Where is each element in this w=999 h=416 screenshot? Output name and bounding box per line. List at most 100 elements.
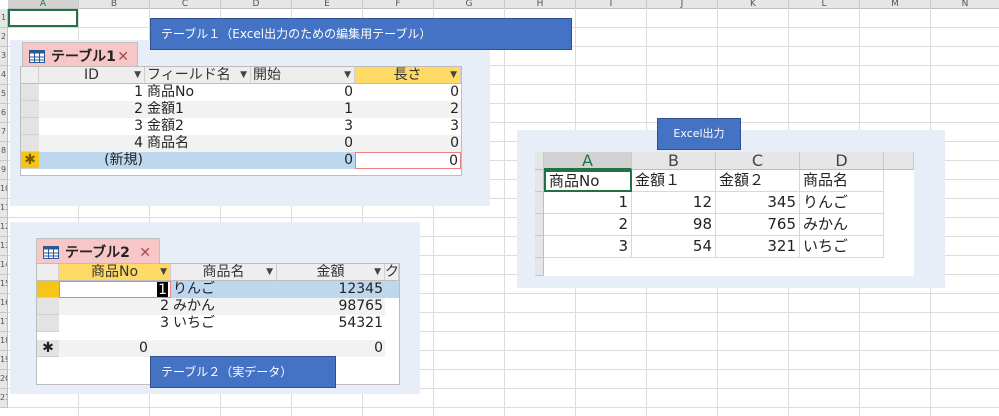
column-header-m[interactable]: M [860,0,931,9]
column-header-f[interactable]: F [363,0,434,9]
table-cell[interactable]: いちご [171,315,277,332]
excel-cell[interactable]: 345 [716,192,800,214]
excel-cell[interactable]: 321 [716,236,800,258]
table-cell[interactable]: 2 [39,101,145,118]
table2-header-productno[interactable]: 商品No ▼ [59,264,171,281]
table-cell[interactable] [385,281,399,298]
table-cell[interactable]: 1 [39,84,145,101]
column-header-i[interactable]: I [576,0,647,9]
row-header[interactable]: 19 [0,351,8,370]
row-selector[interactable] [21,135,39,152]
row-header[interactable]: 14 [0,256,8,275]
table-cell[interactable]: 1 [251,101,355,118]
column-header[interactable] [884,152,914,170]
excel-cell[interactable]: 765 [716,214,800,236]
table-cell[interactable]: 商品名 [145,135,251,152]
table-cell[interactable]: 金額2 [145,118,251,135]
column-header-k[interactable]: K [718,0,789,9]
row-selector[interactable] [21,118,39,135]
table-cell[interactable]: 98765 [277,298,385,315]
table-cell[interactable]: 商品No [145,84,251,101]
table-cell[interactable]: 0 [251,84,355,101]
column-header-g[interactable]: G [434,0,505,9]
dropdown-arrow-icon[interactable]: ▼ [266,264,273,280]
active-cell[interactable] [8,9,78,27]
select-all-corner[interactable] [37,264,59,281]
table-cell[interactable]: 3 [39,118,145,135]
excel-cell[interactable]: 金額２ [716,170,800,192]
excel-cell[interactable]: みかん [800,214,884,236]
excel-cell[interactable]: 1 [544,192,632,214]
table2-header-click-to-add[interactable]: ク [385,264,399,281]
table-cell[interactable]: 0 [355,84,461,101]
row-header[interactable]: 12 [0,218,8,237]
excel-cell[interactable]: りんご [800,192,884,214]
new-record-amount[interactable]: 0 [277,340,385,357]
select-all-corner[interactable] [21,67,39,84]
dropdown-arrow-icon[interactable]: ▼ [160,264,167,280]
row-header[interactable]: 13 [0,237,8,256]
table1-header-id[interactable]: ID ▼ [39,67,145,84]
table1-header-fieldname[interactable]: フィールド名 ▼ [145,67,251,84]
table2-tab[interactable]: テーブル2 ✕ [36,238,160,266]
row-selector[interactable] [37,315,59,332]
dropdown-arrow-icon[interactable]: ▼ [344,67,351,83]
new-record-marker[interactable]: ✱ [37,340,59,357]
new-record-productname[interactable] [171,340,277,357]
current-row-selector[interactable] [37,281,59,298]
row-header[interactable]: 17 [0,313,8,332]
row-header[interactable]: 9 [0,161,8,180]
column-header-c[interactable]: C [150,0,221,9]
table-cell[interactable]: 0 [251,135,355,152]
table2-header-amount[interactable]: 金額 ▼ [277,264,385,281]
row-header[interactable]: 10 [0,180,8,199]
row-header[interactable]: 1 [0,9,8,28]
table-cell[interactable]: 金額1 [145,101,251,118]
excel-cell-a1[interactable]: 商品No [544,170,632,192]
column-header-l[interactable]: L [789,0,860,9]
table-cell[interactable]: 0 [355,135,461,152]
row-header[interactable]: 6 [0,104,8,123]
row-header[interactable]: 18 [0,332,8,351]
row-header[interactable] [535,192,544,214]
table-cell[interactable]: 3 [59,315,171,332]
row-header[interactable]: 5 [0,85,8,104]
excel-cell[interactable]: 12 [632,192,716,214]
table-cell[interactable]: 54321 [277,315,385,332]
row-header[interactable]: 16 [0,294,8,313]
row-header[interactable]: 2 [0,28,8,47]
row-selector[interactable] [21,101,39,118]
column-header-e[interactable]: E [292,0,363,9]
row-header[interactable] [535,236,544,258]
new-record-field[interactable] [145,152,251,169]
excel-cell[interactable]: 商品名 [800,170,884,192]
table1-header-start[interactable]: 開始 ▼ [251,67,355,84]
column-header-b[interactable]: B [79,0,150,9]
excel-cell[interactable]: 金額１ [632,170,716,192]
new-record-length-input[interactable]: 0 [355,152,461,169]
column-header-b[interactable]: B [632,152,716,170]
dropdown-arrow-icon[interactable]: ▼ [240,67,247,83]
table-cell[interactable]: 2 [59,298,171,315]
column-header-a[interactable]: A [544,152,632,170]
new-record-productno[interactable]: 0 [59,340,171,357]
excel-cell[interactable]: 2 [544,214,632,236]
row-header[interactable]: 15 [0,275,8,294]
row-header[interactable] [535,214,544,236]
table-cell[interactable]: みかん [171,298,277,315]
table1-header-length[interactable]: 長さ ▼ [355,67,461,84]
dropdown-arrow-icon[interactable]: ▼ [450,67,457,83]
new-record-start[interactable]: 0 [251,152,355,169]
new-record-marker[interactable]: ✱ [21,152,39,169]
row-header[interactable]: 3 [0,47,8,66]
row-header[interactable]: 11 [0,199,8,218]
table-cell[interactable]: 2 [355,101,461,118]
excel-cell[interactable]: 98 [632,214,716,236]
table-cell[interactable]: 3 [251,118,355,135]
dropdown-arrow-icon[interactable]: ▼ [134,67,141,83]
column-header-a[interactable]: A [8,0,79,9]
row-header[interactable]: 8 [0,142,8,161]
column-header-c[interactable]: C [716,152,800,170]
row-selector[interactable] [21,84,39,101]
select-all-corner[interactable] [535,152,544,170]
